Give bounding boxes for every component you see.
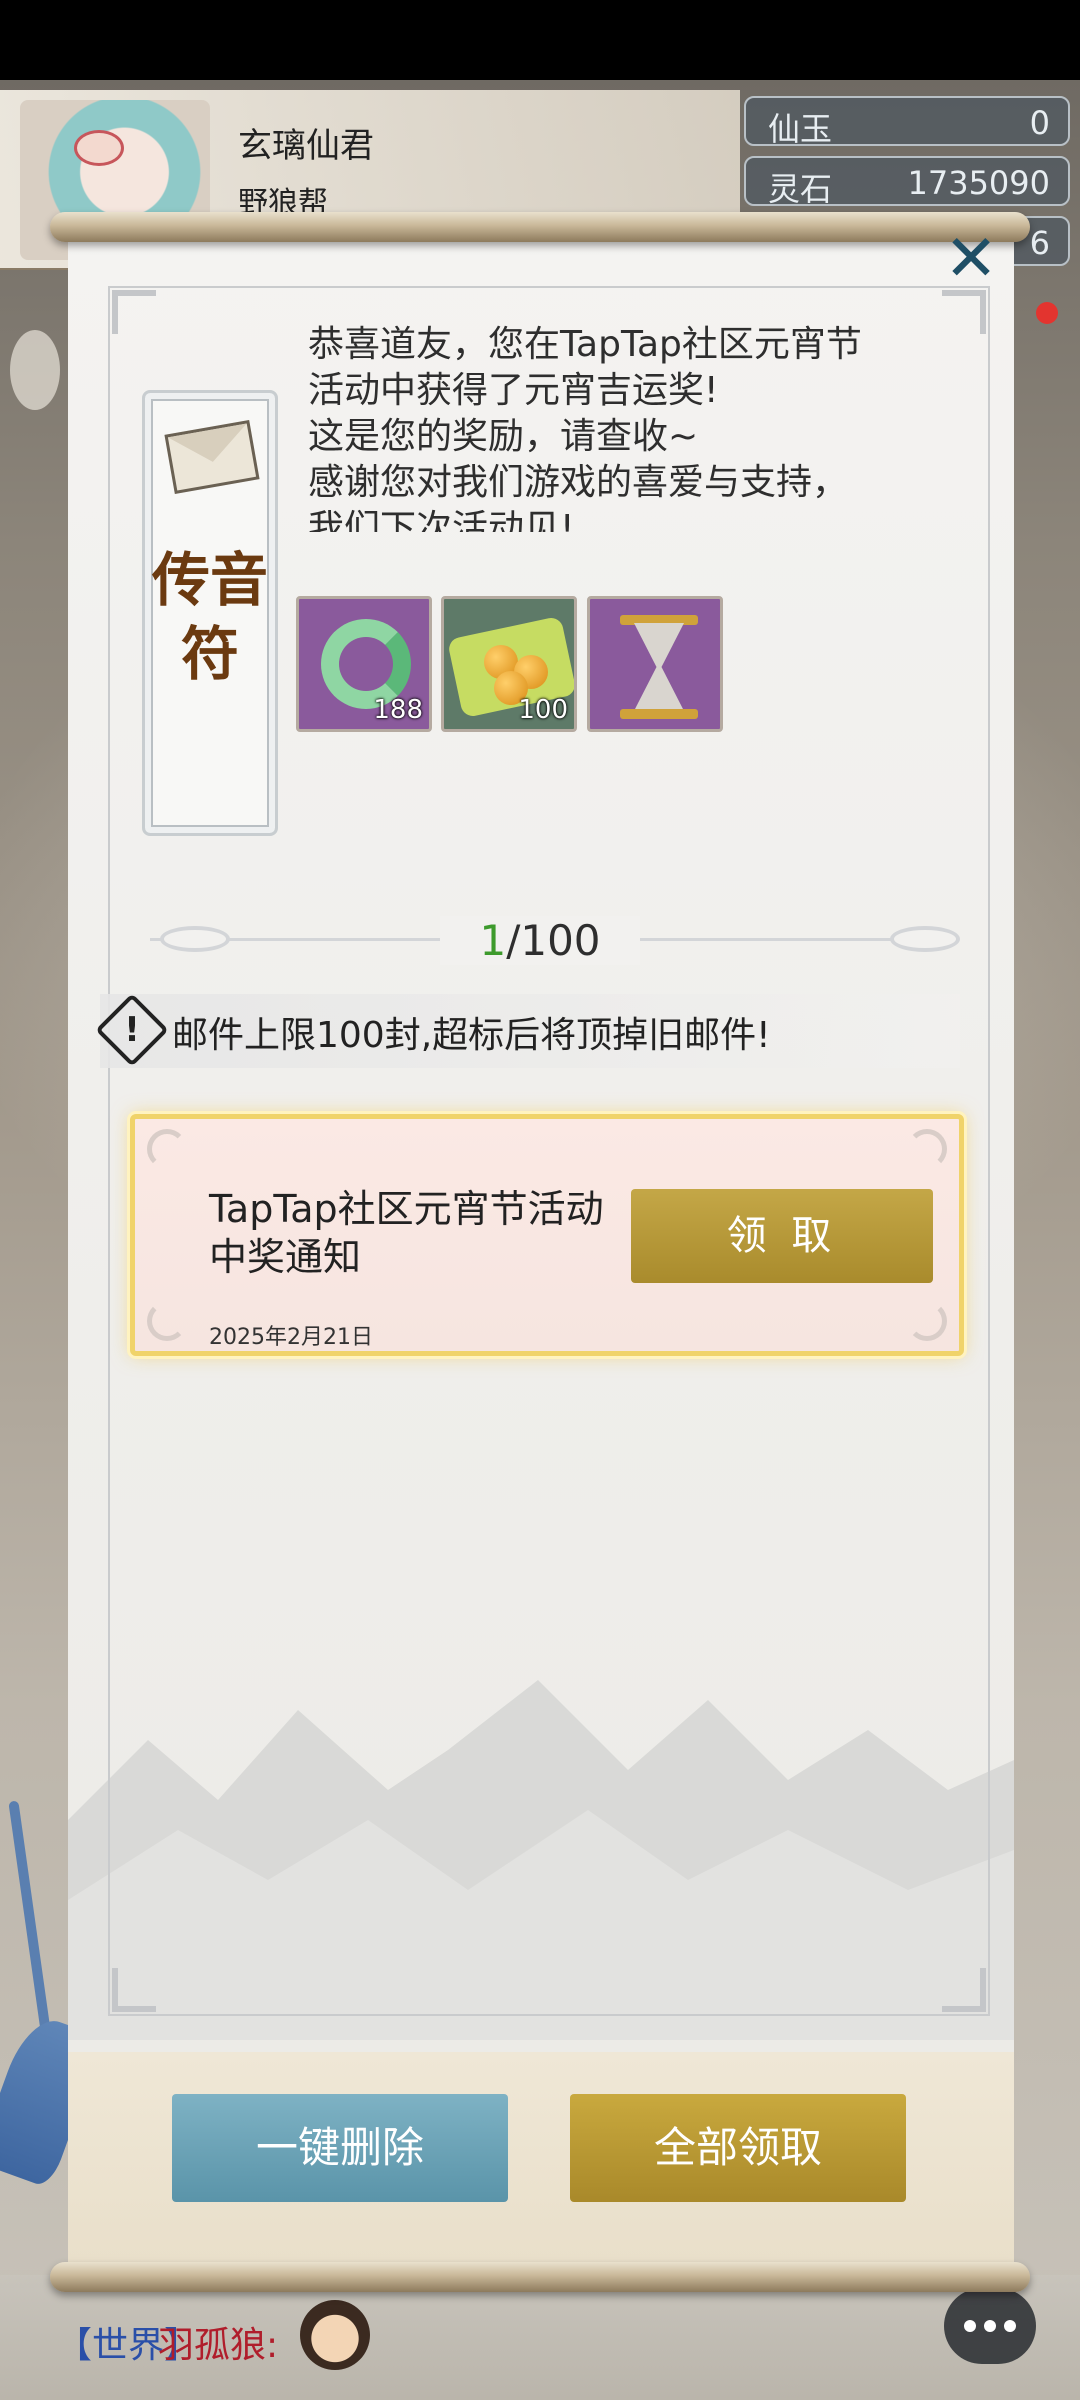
- frame-corner: [942, 290, 986, 334]
- mail-count-total: /100: [506, 916, 601, 965]
- warning-mark: !: [124, 1010, 140, 1050]
- status-bar: [0, 0, 1080, 80]
- limit-notice-text: 邮件上限100封,超标后将顶掉旧邮件!: [172, 1015, 771, 1056]
- scroll-rod-bottom: [50, 2262, 1030, 2292]
- mail-title: TapTap社区元宵节活动中奖通知: [209, 1187, 604, 1279]
- claim-all-button[interactable]: 全部领取: [570, 2094, 906, 2202]
- player-name: 玄璃仙君: [238, 126, 374, 166]
- fox-mask-icon: [74, 130, 124, 166]
- mail-body-text[interactable]: 恭喜道友，您在TapTap社区元宵节 活动中获得了元宵吉运奖! 这是您的奖励，请…: [308, 322, 928, 532]
- currency-xianyu[interactable]: 仙玉 0: [744, 96, 1070, 148]
- scroll-rod-top: [50, 212, 1030, 242]
- reward-item[interactable]: 100: [441, 596, 577, 732]
- close-icon[interactable]: ✕: [940, 227, 1002, 291]
- chat-username[interactable]: 羽孤狼:: [158, 2316, 278, 2368]
- currency-label: 仙玉: [768, 110, 833, 148]
- chat-bubble-icon[interactable]: [944, 2288, 1036, 2364]
- claim-button[interactable]: 领 取: [631, 1189, 933, 1283]
- divider-curl: [890, 926, 960, 952]
- mail-list-item[interactable]: TapTap社区元宵节活动中奖通知 2025年2月21日 领 取: [130, 1114, 964, 1356]
- side-ornament-icon: [10, 330, 60, 410]
- mail-body-line: 感谢您对我们游戏的喜爱与支持，: [308, 462, 849, 503]
- talisman-card: 传音符: [142, 390, 278, 836]
- mail-body-line: 活动中获得了元宵吉运奖!: [308, 370, 719, 411]
- frame-corner: [112, 290, 156, 334]
- currency-value: 0: [1029, 104, 1050, 142]
- hourglass-icon: [634, 623, 684, 667]
- reward-item[interactable]: [587, 596, 723, 732]
- mail-count: 1/100: [440, 916, 640, 965]
- chat-user-avatar[interactable]: [300, 2300, 370, 2370]
- reward-item[interactable]: 188: [296, 596, 432, 732]
- mail-date: 2025年2月21日: [209, 1325, 373, 1350]
- mail-body-line: 恭喜道友，您在TapTap社区元宵节: [308, 324, 862, 365]
- currency-label: 灵石: [768, 170, 833, 208]
- currency-lingshi[interactable]: 灵石 1735090: [744, 156, 1070, 208]
- notification-dot: [1036, 302, 1058, 324]
- reward-quantity: 100: [518, 695, 568, 725]
- frame-corner: [942, 1968, 986, 2012]
- frame-corner: [112, 1968, 156, 2012]
- mail-body-line: 我们下次活动见!: [308, 508, 575, 532]
- currency-value: 1735090: [907, 164, 1050, 202]
- currency-value: 6: [1029, 224, 1050, 262]
- delete-all-button[interactable]: 一键删除: [172, 2094, 508, 2202]
- envelope-icon: [164, 419, 260, 495]
- mail-body-line: 这是您的奖励，请查收~: [308, 416, 699, 457]
- divider-curl: [160, 926, 230, 952]
- reward-quantity: 188: [373, 695, 423, 725]
- mail-count-current: 1: [479, 916, 507, 965]
- talisman-label: 传音符: [151, 546, 268, 688]
